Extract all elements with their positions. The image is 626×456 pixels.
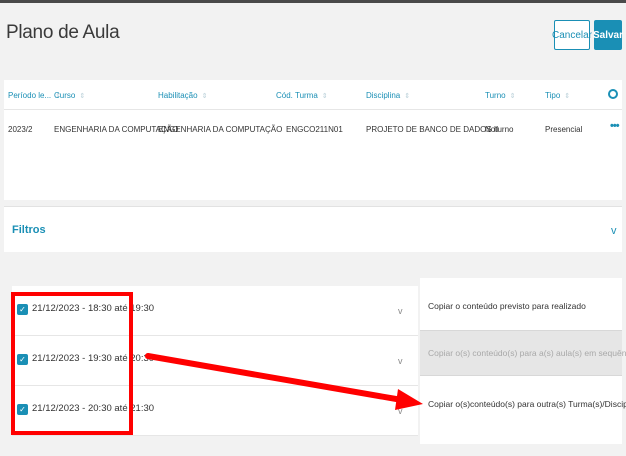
- column-label: Habilitação: [158, 91, 198, 100]
- cell-turno: Noturno: [485, 125, 514, 134]
- top-border: [0, 0, 626, 3]
- column-header-disciplina[interactable]: Disciplina ⇕: [366, 91, 410, 100]
- chevron-down-icon[interactable]: v: [398, 406, 403, 416]
- column-header-habilitacao[interactable]: Habilitação ⇕: [158, 91, 207, 100]
- column-label: Disciplina: [366, 91, 401, 100]
- cell-disciplina: PROJETO DE BANCO DE DADOS II: [366, 125, 499, 134]
- copy-to-sequence-action: Copiar o(s) conteúdo(s) para a(s) aula(s…: [420, 330, 626, 376]
- sort-icon[interactable]: ⇕: [404, 92, 410, 100]
- cell-tipo: Presencial: [545, 125, 583, 134]
- column-header-turno[interactable]: Turno ⇕: [485, 91, 515, 100]
- column-label: Curso: [54, 91, 76, 100]
- column-label: Cód. Turma: [276, 91, 318, 100]
- cell-cod-turma: ENGCO211N01: [286, 125, 343, 134]
- sort-icon[interactable]: ⇕: [322, 92, 328, 100]
- column-header-curso[interactable]: Curso ⇕: [54, 91, 85, 100]
- gear-icon[interactable]: [608, 89, 618, 99]
- sort-icon[interactable]: ⇕: [564, 92, 570, 100]
- column-header-cod-turma[interactable]: Cód. Turma ⇕: [276, 91, 328, 100]
- copy-to-other-class-action[interactable]: Copiar o(s)conteúdo(s) para outra(s) Tur…: [420, 392, 626, 416]
- column-label: Tipo: [545, 91, 561, 100]
- chevron-down-icon[interactable]: v: [398, 306, 403, 316]
- copy-planned-to-done-action[interactable]: Copiar o conteúdo previsto para realizad…: [420, 294, 622, 318]
- annotation-highlight-box: [11, 292, 133, 435]
- column-label: Período le...: [8, 91, 52, 100]
- class-table: Período le... ⇕ Curso ⇕ Habilitação ⇕ Cód. …: [4, 80, 622, 200]
- cell-habilitacao: ENGENHARIA DA COMPUTAÇÃO: [158, 125, 283, 134]
- cell-periodo: 2023/2: [8, 125, 33, 134]
- more-horizontal-icon[interactable]: •••: [610, 120, 620, 132]
- column-label: Turno: [485, 91, 506, 100]
- cancel-button[interactable]: Cancelar: [552, 20, 592, 50]
- sort-icon[interactable]: ⇕: [202, 92, 208, 100]
- filters-panel[interactable]: Filtros v: [4, 206, 622, 252]
- chevron-down-icon[interactable]: v: [398, 356, 403, 366]
- table-header: Período le... ⇕ Curso ⇕ Habilitação ⇕ Cód. …: [4, 80, 622, 110]
- save-button[interactable]: Salvar: [593, 20, 623, 50]
- sort-icon[interactable]: ⇕: [510, 92, 516, 100]
- page-title: Plano de Aula: [6, 22, 120, 43]
- sort-icon[interactable]: ⇕: [79, 92, 85, 100]
- filters-title: Filtros: [12, 224, 46, 236]
- actions-menu: Copiar o conteúdo previsto para realizad…: [420, 278, 626, 444]
- column-header-tipo[interactable]: Tipo ⇕: [545, 91, 570, 100]
- chevron-down-icon[interactable]: v: [611, 225, 617, 237]
